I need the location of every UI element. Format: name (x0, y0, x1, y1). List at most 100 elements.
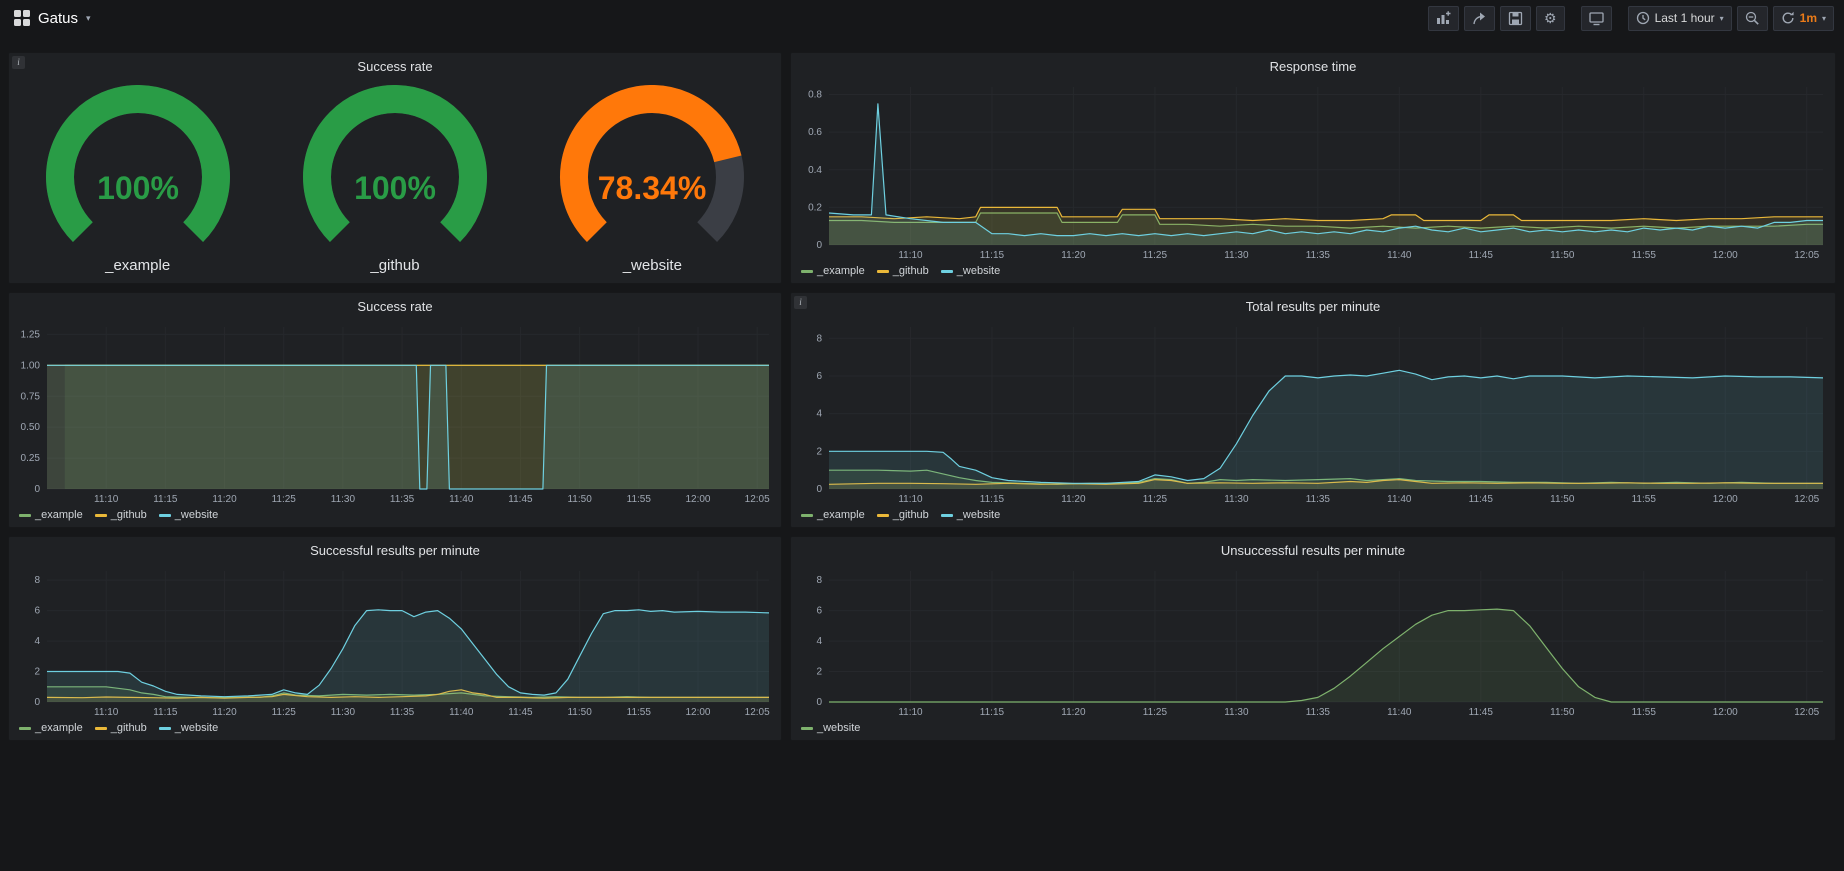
info-icon[interactable]: i (12, 56, 25, 69)
success-rate-chart[interactable]: 00.250.500.751.001.2511:1011:1511:2011:2… (9, 319, 781, 507)
svg-text:11:20: 11:20 (1061, 250, 1086, 261)
svg-text:11:15: 11:15 (980, 250, 1005, 261)
gauges-row: 100%_example100%_github78.34%_website (9, 79, 781, 283)
svg-text:11:35: 11:35 (1306, 707, 1331, 718)
svg-text:12:00: 12:00 (1713, 250, 1738, 261)
legend-item-_example[interactable]: _example (19, 722, 83, 734)
svg-text:11:20: 11:20 (1061, 494, 1086, 505)
legend-item-_example[interactable]: _example (801, 509, 865, 521)
svg-text:12:00: 12:00 (685, 494, 710, 505)
svg-text:0.6: 0.6 (808, 127, 822, 138)
legend-label: _website (817, 722, 860, 734)
legend-item-_website[interactable]: _website (801, 722, 860, 734)
refresh-button[interactable]: 1m ▾ (1773, 6, 1834, 31)
gauge-arc: 100% (270, 85, 520, 253)
legend-item-_example[interactable]: _example (801, 265, 865, 277)
legend-item-_website[interactable]: _website (941, 509, 1000, 521)
chart-svg: 0246811:1011:1511:2011:2511:3011:3511:40… (9, 563, 781, 720)
svg-text:11:15: 11:15 (980, 707, 1005, 718)
add-panel-button[interactable] (1428, 6, 1459, 31)
svg-text:0.75: 0.75 (21, 391, 41, 402)
legend-item-_github[interactable]: _github (95, 722, 147, 734)
svg-text:11:50: 11:50 (567, 494, 592, 505)
svg-text:0.50: 0.50 (21, 422, 41, 433)
svg-text:11:55: 11:55 (1632, 250, 1657, 261)
gauge-label: _github (370, 257, 419, 274)
svg-text:11:30: 11:30 (1224, 494, 1249, 505)
panel-title-text: Successful results per minute (310, 543, 480, 558)
svg-text:0: 0 (816, 240, 822, 251)
response-time-chart[interactable]: 00.20.40.60.811:1011:1511:2011:2511:3011… (791, 79, 1835, 263)
legend-item-_github[interactable]: _github (877, 509, 929, 521)
legend-label: _website (957, 509, 1000, 521)
time-range-label: Last 1 hour (1655, 11, 1715, 25)
svg-text:0: 0 (816, 697, 822, 708)
legend-item-_github[interactable]: _github (877, 265, 929, 277)
panel-title-response-time[interactable]: Response time (791, 53, 1835, 79)
svg-text:11:40: 11:40 (1387, 494, 1412, 505)
legend-swatch (159, 514, 171, 517)
dashboards-grid-icon[interactable] (14, 10, 30, 26)
svg-text:11:45: 11:45 (508, 494, 533, 505)
info-icon[interactable]: i (794, 296, 807, 309)
successful-results-chart[interactable]: 0246811:1011:1511:2011:2511:3011:3511:40… (9, 563, 781, 720)
svg-text:12:05: 12:05 (1794, 250, 1819, 261)
svg-text:6: 6 (34, 606, 40, 617)
gauge-label: _example (105, 257, 170, 274)
legend-swatch (801, 514, 813, 517)
chart-svg: 00.20.40.60.811:1011:1511:2011:2511:3011… (791, 79, 1835, 263)
legend-label: _github (893, 265, 929, 277)
svg-text:11:35: 11:35 (1306, 494, 1331, 505)
cycle-view-button[interactable] (1581, 6, 1612, 31)
gauge-arc: 78.34% (527, 85, 777, 253)
share-button[interactable] (1464, 6, 1495, 31)
svg-text:11:20: 11:20 (212, 494, 237, 505)
svg-text:11:50: 11:50 (567, 707, 592, 718)
dashboard-title[interactable]: Gatus (38, 10, 78, 27)
settings-button[interactable]: ⚙ (1536, 6, 1565, 31)
legend-swatch (159, 727, 171, 730)
unsuccessful-results-legend: _website (791, 720, 1835, 740)
panel-title-text: Total results per minute (1246, 299, 1380, 314)
legend-label: _website (957, 265, 1000, 277)
svg-text:0: 0 (34, 697, 40, 708)
panel-title-success-rate-timeseries[interactable]: Success rate (9, 293, 781, 319)
svg-text:11:45: 11:45 (1469, 707, 1494, 718)
legend-item-_example[interactable]: _example (19, 509, 83, 521)
svg-text:12:05: 12:05 (1794, 707, 1819, 718)
legend-item-_website[interactable]: _website (159, 722, 218, 734)
svg-text:12:05: 12:05 (1794, 494, 1819, 505)
panel-title-unsuccessful-results[interactable]: Unsuccessful results per minute (791, 537, 1835, 563)
legend-item-_website[interactable]: _website (941, 265, 1000, 277)
svg-text:11:45: 11:45 (508, 707, 533, 718)
dashboard-caret-icon[interactable]: ▾ (86, 13, 91, 24)
svg-text:2: 2 (816, 446, 822, 457)
response-time-legend: _example _github _website (791, 263, 1835, 283)
total-results-chart[interactable]: 0246811:1011:1511:2011:2511:3011:3511:40… (791, 319, 1835, 507)
refresh-caret-icon: ▾ (1822, 14, 1826, 23)
legend-item-_github[interactable]: _github (95, 509, 147, 521)
monitor-icon (1589, 11, 1604, 26)
gauge-_example: 100%_example (13, 85, 263, 274)
refresh-icon (1781, 11, 1795, 25)
svg-text:11:30: 11:30 (331, 494, 356, 505)
svg-text:1.00: 1.00 (21, 360, 41, 371)
svg-text:11:10: 11:10 (94, 707, 119, 718)
svg-text:11:30: 11:30 (1224, 707, 1249, 718)
refresh-interval-label: 1m (1800, 11, 1817, 25)
panel-title-successful-results[interactable]: Successful results per minute (9, 537, 781, 563)
unsuccessful-results-chart[interactable]: 0246811:1011:1511:2011:2511:3011:3511:40… (791, 563, 1835, 720)
save-button[interactable] (1500, 6, 1531, 31)
time-range-button[interactable]: Last 1 hour ▾ (1628, 6, 1732, 31)
svg-text:11:10: 11:10 (898, 494, 923, 505)
legend-swatch (801, 270, 813, 273)
legend-label: _github (111, 509, 147, 521)
panel-title-total-results[interactable]: Total results per minute (791, 293, 1835, 319)
gauge-value: 78.34% (598, 170, 707, 206)
navbar-right: ⚙ Last 1 hour ▾ (1423, 6, 1834, 31)
legend-swatch (941, 514, 953, 517)
zoom-out-button[interactable] (1737, 6, 1768, 31)
panel-title-success-rate-gauges[interactable]: Success rate (9, 53, 781, 79)
legend-item-_website[interactable]: _website (159, 509, 218, 521)
svg-text:11:50: 11:50 (1550, 250, 1575, 261)
